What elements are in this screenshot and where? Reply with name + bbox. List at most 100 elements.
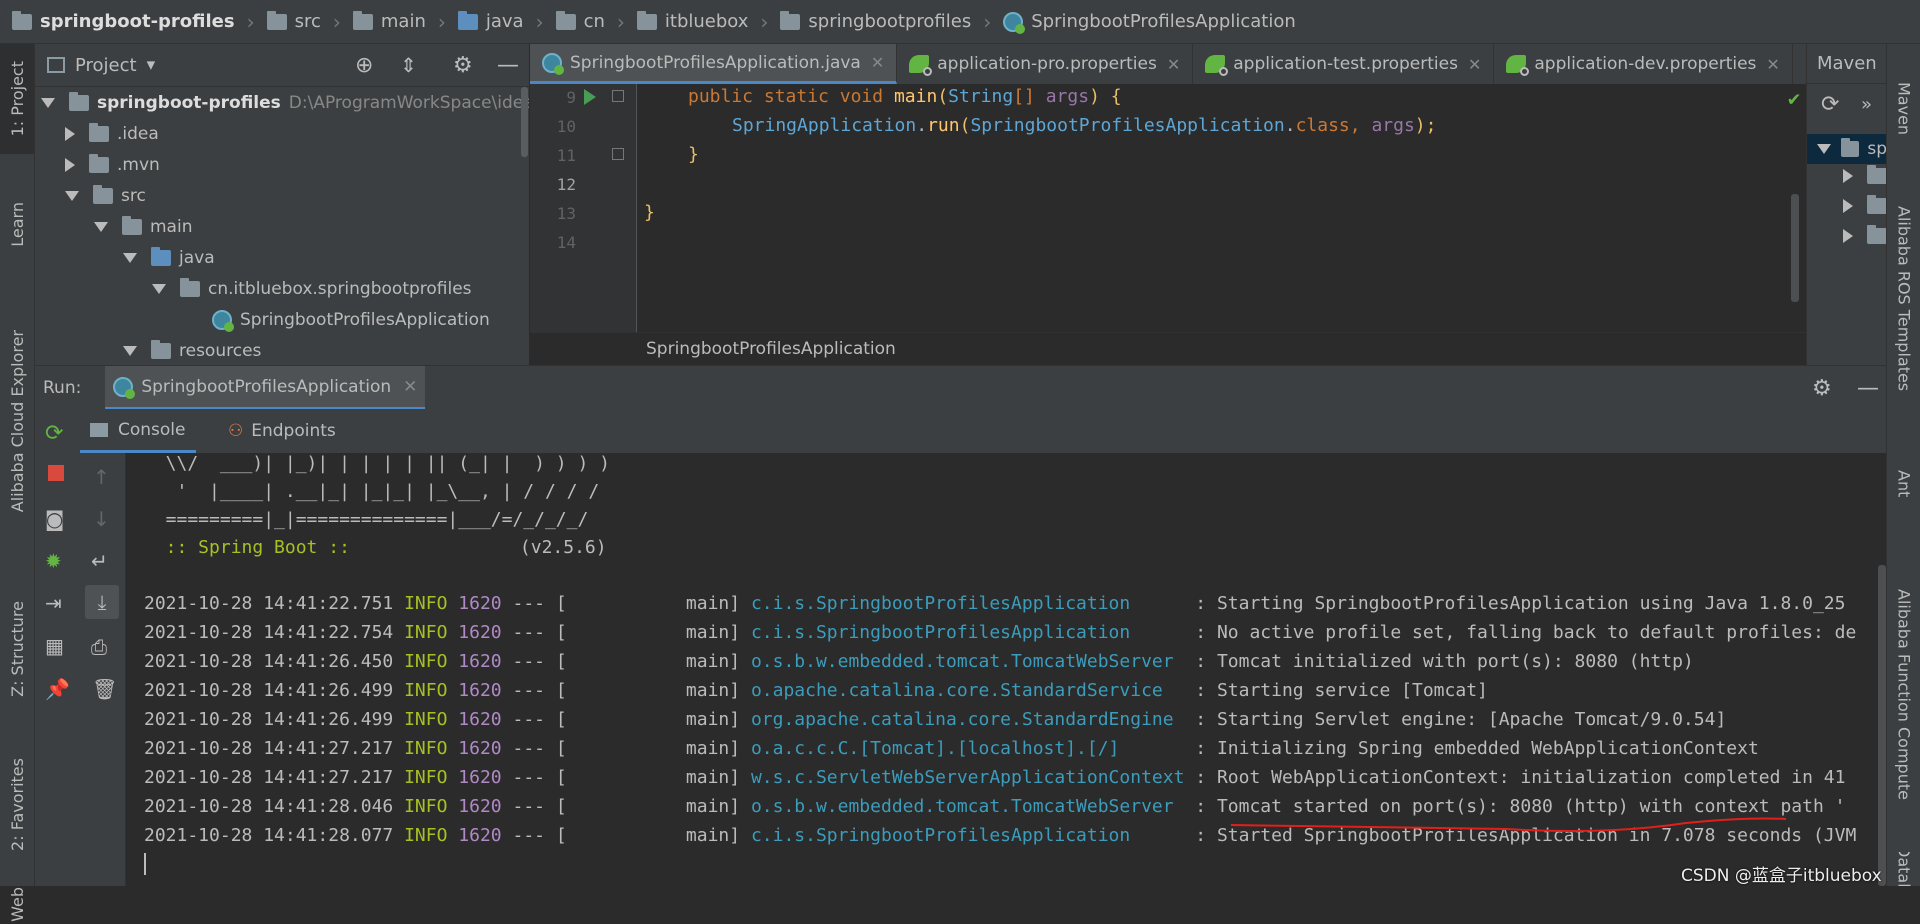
minimize-icon[interactable]: — bbox=[1857, 376, 1879, 401]
locate-icon[interactable]: ⊕ bbox=[355, 53, 373, 78]
reload-icon[interactable]: ⟳ bbox=[1821, 92, 1839, 117]
breadcrumb-item-itbluebox[interactable]: itbluebox bbox=[636, 10, 748, 32]
more-chevron-icon[interactable]: » bbox=[1861, 94, 1872, 115]
maven-project-item[interactable]: sp bbox=[1807, 134, 1887, 164]
expand-arrow-icon[interactable] bbox=[123, 252, 137, 263]
collapse-arrow-icon[interactable] bbox=[1843, 199, 1853, 213]
log-thread: main] bbox=[685, 796, 741, 817]
expand-arrow-icon[interactable] bbox=[41, 97, 55, 108]
tab-console[interactable]: Console bbox=[80, 409, 196, 453]
breadcrumb-item-main[interactable]: main bbox=[352, 10, 426, 32]
tree-item-application[interactable]: SpringbootProfilesApplication bbox=[212, 304, 490, 335]
layout-icon[interactable]: ▦ bbox=[45, 634, 64, 658]
breadcrumb-item-application[interactable]: SpringbootProfilesApplication bbox=[1003, 11, 1296, 34]
expand-arrow-icon[interactable] bbox=[123, 345, 137, 356]
tree-item-src[interactable]: src bbox=[65, 180, 146, 211]
code-editor[interactable]: public static void main(String[] args) {… bbox=[637, 84, 1806, 364]
tree-item-main[interactable]: main bbox=[94, 211, 192, 242]
breadcrumb-item-java[interactable]: java bbox=[457, 10, 524, 32]
tab-pro-properties[interactable]: application-pro.properties ✕ bbox=[897, 44, 1194, 84]
tab-web[interactable]: Web bbox=[0, 884, 34, 924]
console-scrollbar[interactable] bbox=[1878, 565, 1886, 886]
minimize-icon[interactable]: — bbox=[497, 53, 519, 78]
expand-arrow-icon[interactable] bbox=[65, 190, 79, 201]
down-arrow-icon[interactable]: ↓ bbox=[93, 507, 110, 531]
tab-structure[interactable]: Z: Structure bbox=[0, 584, 34, 714]
maven-subitem[interactable] bbox=[1843, 195, 1887, 214]
close-icon[interactable]: ✕ bbox=[1468, 55, 1481, 74]
tab-alibaba-function-compute[interactable]: Alibaba Function Compute bbox=[1887, 544, 1920, 844]
rerun-icon[interactable]: ⟳ bbox=[45, 421, 63, 446]
collapse-arrow-icon[interactable] bbox=[65, 126, 75, 141]
exit-icon[interactable]: ⇥ bbox=[45, 591, 62, 615]
expand-arrow-icon[interactable] bbox=[152, 283, 166, 294]
tab-learn[interactable]: Learn bbox=[0, 184, 34, 264]
scroll-to-end-icon[interactable]: ⤓ bbox=[85, 585, 119, 619]
run-label: Run: bbox=[43, 378, 82, 398]
tree-item-java[interactable]: java bbox=[123, 242, 215, 273]
up-arrow-icon[interactable]: ↑ bbox=[93, 465, 110, 489]
tree-item-resources[interactable]: resources bbox=[123, 335, 261, 365]
print-icon[interactable]: ⎙ bbox=[91, 635, 107, 659]
fold-icon[interactable] bbox=[612, 148, 624, 160]
console-log-line: 2021-10-28 14:41:27.217 INFO 1620 --- [ … bbox=[144, 738, 1759, 759]
collapse-all-icon[interactable]: ⇕ bbox=[400, 53, 417, 77]
editor-breadcrumb-label[interactable]: SpringbootProfilesApplication bbox=[646, 339, 896, 359]
close-icon[interactable]: ✕ bbox=[1766, 55, 1779, 74]
no-problems-check-icon[interactable]: ✔ bbox=[1788, 86, 1800, 110]
tab-endpoints[interactable]: ⚇ Endpoints bbox=[220, 409, 344, 453]
soft-wrap-icon[interactable]: ↵ bbox=[91, 549, 108, 573]
chevron-down-icon[interactable]: ▾ bbox=[147, 55, 156, 75]
tab-test-properties[interactable]: application-test.properties ✕ bbox=[1193, 44, 1495, 84]
collapse-arrow-icon[interactable] bbox=[65, 157, 75, 172]
fold-icon[interactable] bbox=[612, 90, 624, 102]
maven-subitem[interactable] bbox=[1843, 165, 1887, 184]
tree-item-idea[interactable]: .idea bbox=[65, 118, 159, 149]
tree-item-package[interactable]: cn.itbluebox.springbootprofiles bbox=[152, 273, 472, 304]
tab-label: Alibaba Cloud Explorer bbox=[7, 330, 27, 513]
editor-scrollbar[interactable] bbox=[1791, 194, 1799, 302]
properties-icon bbox=[1506, 55, 1530, 76]
gear-icon[interactable]: ⚙ bbox=[453, 53, 473, 78]
code-token: String bbox=[948, 86, 1014, 107]
tab-label: application-pro.properties bbox=[937, 54, 1157, 74]
close-icon[interactable]: ✕ bbox=[1167, 55, 1180, 74]
close-icon[interactable]: ✕ bbox=[871, 53, 884, 72]
collapse-arrow-icon[interactable] bbox=[1843, 169, 1853, 183]
tab-alibaba-cloud-explorer[interactable]: Alibaba Cloud Explorer bbox=[0, 289, 34, 554]
tree-item-mvn[interactable]: .mvn bbox=[65, 149, 160, 180]
collapse-arrow-icon[interactable] bbox=[1843, 229, 1853, 243]
tab-dev-properties[interactable]: application-dev.properties ✕ bbox=[1494, 44, 1793, 84]
debug-icon[interactable]: ✹ bbox=[45, 549, 62, 573]
tab-alibaba-ros-templates[interactable]: Alibaba ROS Templates bbox=[1887, 174, 1920, 424]
run-gutter-icon[interactable] bbox=[584, 89, 596, 105]
tab-label: Web bbox=[7, 886, 27, 922]
trash-icon[interactable]: 🗑 bbox=[92, 677, 117, 701]
close-icon[interactable]: ✕ bbox=[403, 377, 417, 397]
folder-icon bbox=[457, 10, 478, 30]
expand-arrow-icon[interactable] bbox=[94, 221, 108, 232]
maven-subitem[interactable] bbox=[1843, 225, 1887, 244]
pin-icon[interactable]: 📌 bbox=[45, 677, 70, 701]
console-output[interactable]: \\/ ___)| |_)| | | | | || (_| | ) ) ) ) … bbox=[126, 453, 1886, 886]
gear-icon[interactable]: ⚙ bbox=[1812, 376, 1832, 401]
project-panel-title[interactable]: Project bbox=[75, 55, 137, 76]
tab-favorites[interactable]: 2: Favorites bbox=[0, 734, 34, 874]
camera-icon[interactable]: ◙ bbox=[45, 507, 64, 531]
stop-icon[interactable] bbox=[48, 465, 64, 481]
breadcrumb-item-src[interactable]: src bbox=[266, 10, 321, 32]
tab-project[interactable]: 1: Project bbox=[0, 44, 34, 154]
expand-arrow-icon[interactable] bbox=[1817, 144, 1831, 154]
breadcrumb-item-cn[interactable]: cn bbox=[555, 10, 605, 32]
tab-ant[interactable]: Ant bbox=[1887, 444, 1920, 524]
breadcrumb-item-springbootprofiles[interactable]: springbootprofiles bbox=[780, 10, 971, 32]
log-pid: 1620 bbox=[458, 651, 502, 672]
breadcrumb-item-project[interactable]: springboot-profiles bbox=[12, 10, 235, 32]
tab-java-file[interactable]: SpringbootProfilesApplication.java ✕ bbox=[530, 44, 898, 84]
console-caret bbox=[144, 853, 146, 875]
run-tab-application[interactable]: SpringbootProfilesApplication ✕ bbox=[105, 366, 426, 410]
tab-maven[interactable]: Maven bbox=[1887, 64, 1920, 154]
tab-database[interactable]: Datab bbox=[1887, 852, 1920, 886]
project-scrollbar[interactable] bbox=[521, 87, 528, 157]
tree-item-root[interactable]: springboot-profiles D:\AProgramWorkSpace\… bbox=[41, 87, 529, 118]
